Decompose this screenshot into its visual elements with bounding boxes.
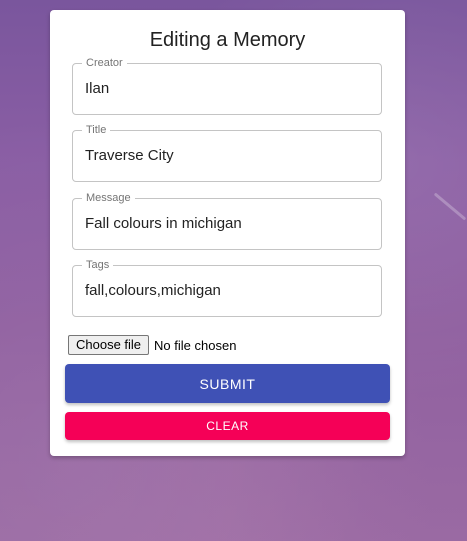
- submit-button[interactable]: Submit: [65, 364, 390, 403]
- form-title: Editing a Memory: [149, 29, 306, 51]
- title-field[interactable]: Title Traverse City: [72, 123, 382, 182]
- message-input[interactable]: Fall colours in michigan: [85, 199, 369, 249]
- title-input[interactable]: Traverse City: [85, 131, 369, 181]
- creator-input[interactable]: Ilan: [85, 64, 369, 114]
- choose-file-button[interactable]: Choose file: [68, 335, 150, 355]
- message-field[interactable]: Message Fall colours in michigan: [72, 191, 382, 250]
- creator-field[interactable]: Creator Ilan: [72, 56, 382, 115]
- file-upload: Choose file No file chosen: [68, 334, 236, 356]
- tags-input[interactable]: fall,colours,michigan: [85, 266, 369, 316]
- memory-form-card: Editing a Memory Creator Ilan Title Trav…: [50, 10, 405, 456]
- tags-field[interactable]: Tags fall,colours,michigan: [72, 258, 382, 317]
- file-status-text: No file chosen: [154, 337, 237, 353]
- clear-button[interactable]: Clear: [65, 412, 390, 440]
